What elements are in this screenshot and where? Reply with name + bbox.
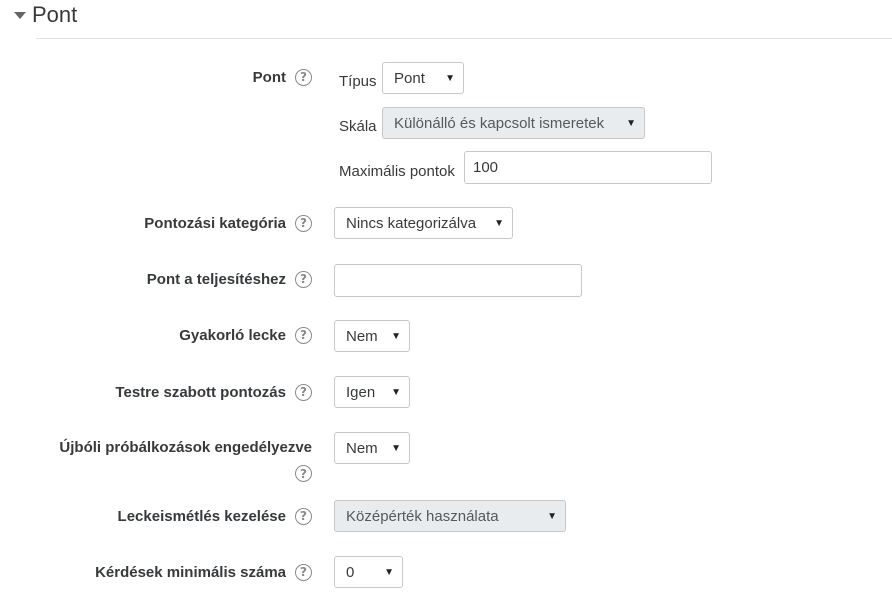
scale-label: Skála [339,118,377,135]
handling-label-group: Leckeismétlés kezelése ? [60,505,312,527]
help-question-icon[interactable]: ? [295,68,312,86]
dropdown-arrow-icon: ▼ [547,510,557,522]
custom-label: Testre szabott pontozás [115,383,286,401]
caret-down-icon [14,12,26,19]
practice-select[interactable]: Nem ▼ [334,320,410,352]
pont-label: Pont [252,68,286,86]
max-points-value: 100 [473,159,499,176]
section-title: Pont [32,2,78,27]
dropdown-arrow-icon: ▼ [391,330,401,342]
dropdown-arrow-icon: ▼ [384,566,394,578]
section-toggle[interactable]: Pont [14,0,77,30]
category-select[interactable]: Nincs kategorizálva ▼ [334,207,513,239]
help-question-icon[interactable]: ? [295,214,312,232]
help-question-icon[interactable]: ? [295,383,312,401]
retake-label: Újbóli próbálkozások engedélyezve [59,439,312,456]
retake-label-group: Újbóli próbálkozások engedélyezve ? [20,437,312,482]
practice-select-value: Nem [346,327,378,345]
section-divider [36,38,892,39]
handling-label: Leckeismétlés kezelése [117,507,286,525]
category-label-group: Pontozási kategória ? [60,212,312,234]
minquestions-label: Kérdések minimális száma [95,563,286,581]
retake-select[interactable]: Nem ▼ [334,432,410,464]
dropdown-arrow-icon: ▼ [626,117,636,129]
custom-select-value: Igen [346,383,376,401]
minquestions-label-group: Kérdések minimális száma ? [60,561,312,583]
type-select-value: Pont [394,69,425,87]
completion-label: Pont a teljesítéshez [146,270,286,288]
handling-select-value: Középérték használata [346,507,499,525]
help-question-icon[interactable]: ? [295,465,312,482]
completion-input[interactable] [334,264,582,297]
category-select-value: Nincs kategorizálva [346,214,477,232]
type-label: Típus [339,73,377,90]
minquestions-select-value: 0 [346,563,355,581]
dropdown-arrow-icon: ▼ [445,72,455,84]
max-points-input[interactable]: 100 [464,151,712,184]
dropdown-arrow-icon: ▼ [494,217,504,229]
max-points-label: Maximális pontok [339,163,455,180]
dropdown-arrow-icon: ▼ [391,386,401,398]
category-label: Pontozási kategória [144,214,286,232]
handling-select[interactable]: Középérték használata ▼ [334,500,566,532]
help-question-icon[interactable]: ? [295,270,312,288]
help-question-icon[interactable]: ? [295,507,312,525]
completion-label-group: Pont a teljesítéshez ? [60,268,312,290]
dropdown-arrow-icon: ▼ [391,442,401,454]
minquestions-select[interactable]: 0 ▼ [334,556,403,588]
scale-select-value: Különálló és kapcsolt ismeretek [394,114,605,132]
practice-label-group: Gyakorló lecke ? [60,324,312,346]
pont-label-group: Pont ? [150,66,312,88]
scale-select[interactable]: Különálló és kapcsolt ismeretek ▼ [382,107,645,139]
type-select[interactable]: Pont ▼ [382,62,464,94]
help-question-icon[interactable]: ? [295,563,312,581]
custom-select[interactable]: Igen ▼ [334,376,410,408]
custom-label-group: Testre szabott pontozás ? [60,381,312,403]
practice-label: Gyakorló lecke [179,326,286,344]
help-question-icon[interactable]: ? [295,326,312,344]
retake-select-value: Nem [346,439,378,457]
